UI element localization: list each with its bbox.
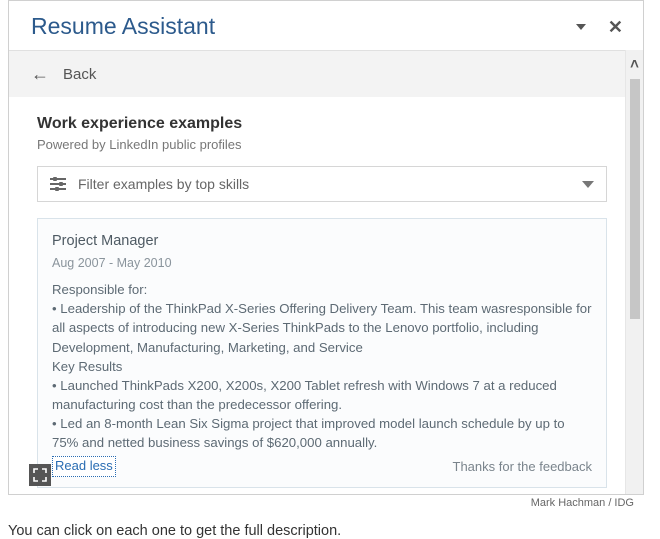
collapse-pane-icon[interactable] (576, 24, 586, 30)
read-less-link[interactable]: Read less (52, 456, 116, 477)
resume-assistant-pane: Resume Assistant ✕ ← Back Work experienc… (8, 0, 644, 495)
pane-title: Resume Assistant (31, 13, 215, 40)
sliders-icon (50, 177, 66, 191)
back-label: Back (63, 66, 96, 83)
back-bar[interactable]: ← Back (9, 50, 625, 97)
expand-icon[interactable] (29, 464, 51, 486)
back-arrow-icon[interactable]: ← (31, 65, 49, 83)
close-icon[interactable]: ✕ (608, 18, 623, 36)
scrollbar[interactable]: ˄ (625, 50, 643, 494)
image-credit: Mark Hachman / IDG (0, 495, 646, 509)
job-dates: Aug 2007 - May 2010 (52, 254, 592, 272)
job-title: Project Manager (52, 231, 592, 252)
caption-text: You can click on each one to get the ful… (0, 509, 660, 539)
content-area: Work experience examples Powered by Link… (9, 97, 625, 494)
experience-card: Project Manager Aug 2007 - May 2010 Resp… (37, 218, 607, 488)
filter-dropdown[interactable]: Filter examples by top skills (37, 166, 607, 202)
job-description: Responsible for: • Leadership of the Thi… (52, 280, 592, 452)
scroll-thumb[interactable] (630, 79, 640, 319)
scroll-up-icon[interactable]: ˄ (630, 50, 639, 79)
section-subtitle: Powered by LinkedIn public profiles (37, 137, 607, 152)
chevron-down-icon (582, 181, 594, 188)
pane-header: Resume Assistant ✕ (9, 1, 643, 50)
section-title: Work experience examples (37, 115, 607, 133)
feedback-text: Thanks for the feedback (453, 458, 592, 477)
filter-label: Filter examples by top skills (78, 176, 249, 192)
